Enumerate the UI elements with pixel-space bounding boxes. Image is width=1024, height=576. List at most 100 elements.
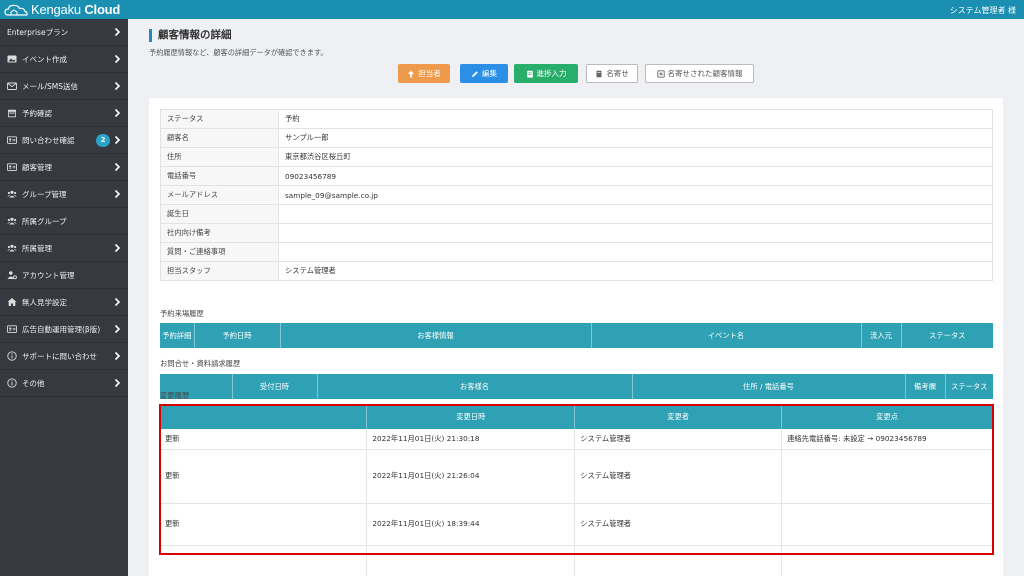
table-header-row: 受付日時 お客様名 住所 / 電話番号 備考欄 ステータス <box>160 374 993 399</box>
mail-icon <box>7 81 17 91</box>
sidebar-item[interactable]: Enterpriseプラン <box>0 19 128 46</box>
progress-input-button-label: 進捗入力 <box>536 69 567 78</box>
info-value: 東京都渋谷区桜丘町 <box>278 147 993 167</box>
sidebar-item-label: サポートに問い合わせ <box>22 351 97 361</box>
calendar-icon <box>7 108 17 118</box>
chevron-right-icon <box>114 162 121 172</box>
sidebar-item[interactable]: メール/SMS送信 <box>0 73 128 100</box>
info-value: 予約 <box>278 109 993 129</box>
plus-square-icon <box>656 69 665 78</box>
sidebar-item[interactable]: 無人見学設定 <box>0 289 128 316</box>
sidebar-item[interactable]: 広告自動運用管理(β版) <box>0 316 128 343</box>
chevron-right-icon <box>114 324 121 334</box>
assignee-button-label: 担当者 <box>418 69 441 78</box>
info-value: サンプル一郎 <box>278 128 993 148</box>
merged-customers-button[interactable]: 名寄せされた顧客情報 <box>645 64 754 83</box>
logo[interactable]: Kengaku Cloud <box>4 1 120 18</box>
info-row: メールアドレス sample_09@sample.co.jp <box>160 185 993 205</box>
sidebar-item-label: その他 <box>22 378 45 388</box>
sidebar-item-label: 問い合わせ確認 <box>22 135 75 145</box>
sidebar-item-label: 所属グループ <box>22 216 67 226</box>
main-content: 顧客情報の詳細 予約履歴情報など、顧客の詳細データが確認できます。 担当者 編集… <box>128 19 1024 576</box>
sidebar-item-label: 無人見学設定 <box>22 297 67 307</box>
sidebar-item-label: 所属管理 <box>22 243 52 253</box>
arrow-up-icon <box>408 70 415 77</box>
merge-button-label: 名寄せ <box>606 69 629 78</box>
top-bar: Kengaku Cloud システム管理者 様 <box>0 0 1024 19</box>
info-key: 質問・ご連絡事項 <box>160 242 279 262</box>
sidebar-item[interactable]: 所属管理 <box>0 235 128 262</box>
column-header[interactable]: 流入元 <box>861 323 902 348</box>
info-row: 質問・ご連絡事項 <box>160 242 993 262</box>
user-name[interactable]: システム管理者 様 <box>950 5 1016 16</box>
column-header[interactable]: 受付日時 <box>232 374 318 399</box>
info-row: 電話番号 09023456789 <box>160 166 993 186</box>
page-title: 顧客情報の詳細 <box>149 29 232 42</box>
info-value <box>278 242 993 262</box>
column-header[interactable]: 住所 / 電話番号 <box>632 374 906 399</box>
sidebar-item[interactable]: イベント作成 <box>0 46 128 73</box>
users-icon <box>7 243 17 253</box>
info-key: 電話番号 <box>160 166 279 186</box>
inquiry-history-label: お問合せ・資料請求履歴 <box>160 359 241 368</box>
book-icon <box>596 70 602 77</box>
sidebar-item[interactable]: グループ管理 <box>0 181 128 208</box>
change-history-label: 変更履歴 <box>160 391 190 400</box>
clipboard-icon <box>526 70 533 78</box>
chevron-right-icon <box>114 108 121 118</box>
chevron-right-icon <box>114 135 121 145</box>
image-icon <box>7 54 17 64</box>
sidebar-item-label: 顧客管理 <box>22 162 52 172</box>
info-row: ステータス 予約 <box>160 109 993 129</box>
sidebar-item[interactable]: 顧客管理 <box>0 154 128 181</box>
info-key: メールアドレス <box>160 185 279 205</box>
sidebar-item[interactable]: 所属グループ <box>0 208 128 235</box>
info-key: 担当スタッフ <box>160 261 279 281</box>
column-header[interactable]: お客様名 <box>317 374 633 399</box>
sidebar-item[interactable]: アカウント管理 <box>0 262 128 289</box>
edit-button-label: 編集 <box>482 69 497 78</box>
sidebar-item-label: メール/SMS送信 <box>22 81 79 91</box>
column-header[interactable]: 予約詳細 <box>160 323 195 348</box>
id-card-icon <box>7 324 17 334</box>
logo-text: Kengaku Cloud <box>31 2 121 17</box>
inquiry-history-table: 受付日時 お客様名 住所 / 電話番号 備考欄 ステータス <box>160 374 993 399</box>
info-value: システム管理者 <box>278 261 993 281</box>
page-subtitle: 予約履歴情報など、顧客の詳細データが確認できます。 <box>149 48 328 57</box>
info-row: 顧客名 サンプル一郎 <box>160 128 993 148</box>
info-key: 顧客名 <box>160 128 279 148</box>
assignee-button[interactable]: 担当者 <box>398 64 450 83</box>
column-header[interactable]: ステータス <box>945 374 993 399</box>
column-header[interactable]: 予約日時 <box>194 323 281 348</box>
id-card-icon <box>7 135 17 145</box>
sidebar-item-label: 予約確認 <box>22 108 52 118</box>
column-header[interactable]: イベント名 <box>591 323 862 348</box>
merged-customers-button-label: 名寄せされた顧客情報 <box>667 69 743 78</box>
column-header[interactable]: 備考欄 <box>905 374 946 399</box>
chevron-right-icon <box>114 81 121 91</box>
column-header[interactable]: お客様情報 <box>280 323 592 348</box>
chevron-right-icon <box>114 378 121 388</box>
pencil-icon <box>472 70 478 77</box>
chevron-right-icon <box>114 351 121 361</box>
chevron-right-icon <box>114 243 121 253</box>
sidebar-item[interactable]: サポートに問い合わせ <box>0 343 128 370</box>
merge-button[interactable]: 名寄せ <box>586 64 638 83</box>
sidebar-item[interactable]: 問い合わせ確認 2 <box>0 127 128 154</box>
sidebar-item-label: Enterpriseプラン <box>7 27 69 37</box>
sidebar: Enterpriseプランイベント作成メール/SMS送信 予約確認問い合わせ確認 2… <box>0 19 128 576</box>
info-value: 09023456789 <box>278 166 993 186</box>
users-icon <box>7 216 17 226</box>
progress-input-button[interactable]: 進捗入力 <box>514 64 578 83</box>
sidebar-item[interactable]: 予約確認 <box>0 100 128 127</box>
column-header[interactable]: ステータス <box>901 323 993 348</box>
reservation-history-label: 予約来場履歴 <box>160 309 204 318</box>
info-value <box>278 204 993 224</box>
sidebar-item-label: アカウント管理 <box>22 270 75 280</box>
info-value <box>278 223 993 243</box>
chevron-right-icon <box>114 54 121 64</box>
chevron-right-icon <box>114 189 121 199</box>
edit-button[interactable]: 編集 <box>460 64 508 83</box>
sidebar-item[interactable]: その他 <box>0 370 128 397</box>
chevron-right-icon <box>114 297 121 307</box>
